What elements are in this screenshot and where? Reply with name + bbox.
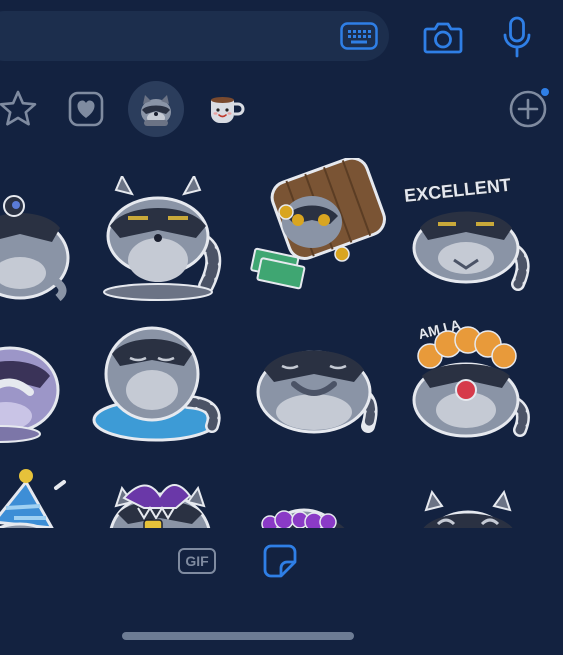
sticker-raccoon-laugh-cover[interactable] — [250, 330, 400, 460]
microphone-icon — [503, 16, 531, 58]
keyboard-button[interactable] — [338, 19, 380, 53]
message-input[interactable] — [0, 11, 389, 61]
sticker-raccoon-popcorn[interactable] — [104, 468, 254, 528]
sticker-raccoon-cry[interactable] — [0, 178, 90, 308]
sticker-raccoon-excellent[interactable]: EXCELLENT — [400, 164, 550, 294]
tab-raccoon-pack[interactable] — [128, 81, 184, 137]
tab-liked[interactable] — [58, 81, 114, 137]
sticker-raccoon-puddle[interactable] — [92, 324, 242, 454]
new-badge-dot — [541, 88, 549, 96]
sticker-grid: EXCELLENT AM I A — [0, 150, 563, 528]
gif-tab-button[interactable]: GIF — [178, 548, 216, 574]
star-icon — [0, 90, 37, 126]
message-input-bar — [0, 0, 563, 72]
gif-label: GIF — [185, 553, 209, 569]
tab-cup-pack[interactable] — [197, 81, 253, 137]
camera-button[interactable] — [420, 16, 466, 58]
keyboard-icon — [340, 22, 378, 50]
sticker-raccoon-purple-bubbles[interactable] — [254, 480, 404, 528]
camera-icon — [423, 22, 463, 54]
bottom-bar: GIF — [0, 528, 563, 655]
sticker-raccoon-bored[interactable] — [86, 173, 236, 306]
sticker-raccoon-sleepy[interactable] — [408, 480, 558, 528]
sticker-tab-button[interactable] — [262, 543, 298, 579]
sticker-raccoon-barrel-money[interactable] — [250, 156, 400, 290]
tab-favorites[interactable] — [0, 81, 46, 137]
sticker-raccoon-clown[interactable]: AM I A — [400, 316, 550, 446]
heart-icon — [68, 91, 104, 127]
raccoon-pack-icon — [141, 95, 171, 126]
home-indicator[interactable] — [122, 632, 354, 640]
sticker-pack-tabs — [0, 78, 563, 142]
sticker-caption: EXCELLENT — [403, 175, 512, 206]
sticker-icon — [263, 544, 297, 578]
cup-pack-icon — [211, 97, 245, 123]
microphone-button[interactable] — [496, 14, 538, 60]
